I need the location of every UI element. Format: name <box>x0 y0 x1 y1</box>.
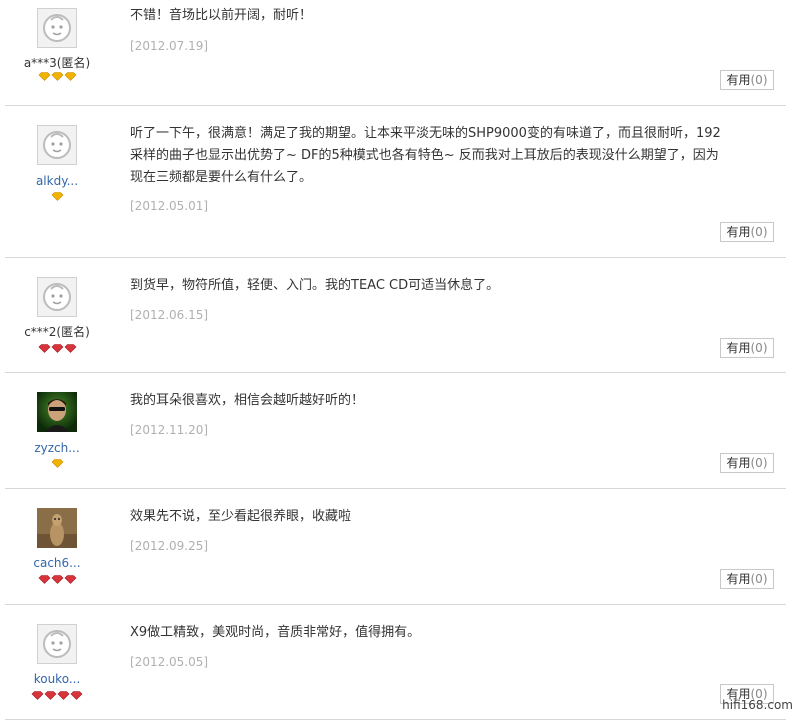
review-text: 到货早，物符所值，轻便、入门。我的TEAC CD可适当休息了。 <box>130 278 500 293</box>
red-heart-gem-icon <box>31 691 44 700</box>
rank-badges <box>5 344 109 354</box>
red-heart-gem-icon <box>51 344 63 353</box>
review-item: cach6... 效果先不说，至少看起很养眼，收藏啦 [2012.09.25] … <box>5 489 786 605</box>
rank-badges <box>5 575 109 585</box>
username: a***3(匿名) <box>23 56 91 70</box>
review-item: zyzch... 我的耳朵很喜欢，相信会越听越好听的！ [2012.11.20]… <box>5 373 786 489</box>
username-link[interactable]: alkdy... <box>5 173 109 189</box>
username-link[interactable]: kouko... <box>5 671 109 687</box>
default-avatar-icon[interactable] <box>37 624 77 664</box>
red-heart-gem-icon <box>38 344 50 353</box>
red-heart-gem-icon <box>64 344 76 353</box>
gold-diamond-icon <box>51 192 63 201</box>
useful-count: (0) <box>750 73 768 87</box>
review-date: [2012.05.01] <box>130 199 209 213</box>
useful-button[interactable]: 有用(0) <box>720 569 774 589</box>
red-heart-gem-icon <box>38 575 50 584</box>
gold-diamond-icon <box>51 72 63 81</box>
review-date: [2012.09.25] <box>130 539 209 553</box>
user-photo-avatar[interactable] <box>37 392 77 432</box>
default-avatar-icon[interactable] <box>37 277 77 317</box>
default-avatar-icon[interactable] <box>37 125 77 165</box>
username-link[interactable]: cach6... <box>5 555 109 571</box>
red-heart-gem-icon <box>70 691 83 700</box>
red-heart-gem-icon <box>57 691 70 700</box>
review-text: 听了一下午，很满意！满足了我的期望。让本来平淡无味的SHP9000变的有味道了，… <box>130 126 721 185</box>
useful-button[interactable]: 有用(0) <box>720 338 774 358</box>
rank-badges <box>5 72 109 82</box>
useful-count: (0) <box>750 572 768 586</box>
review-item: kouko... X9做工精致，美观时尚，音质非常好，值得拥有。 [2012.0… <box>5 605 786 720</box>
gold-diamond-icon <box>38 72 50 81</box>
review-text: 不错！音场比以前开阔，耐听！ <box>130 8 313 23</box>
review-date: [2012.07.19] <box>130 39 209 53</box>
red-heart-gem-icon <box>64 575 76 584</box>
default-avatar-icon[interactable] <box>37 8 77 48</box>
review-item: c***2(匿名) 到货早，物符所值，轻便、入门。我的TEAC CD可适当休息了… <box>5 258 786 373</box>
red-heart-gem-icon <box>44 691 57 700</box>
useful-count: (0) <box>750 456 768 470</box>
useful-button[interactable]: 有用(0) <box>720 70 774 90</box>
review-text: 我的耳朵很喜欢，相信会越听越好听的！ <box>130 393 365 408</box>
rank-badges <box>5 192 109 202</box>
review-date: [2012.06.15] <box>130 308 209 322</box>
review-item: a***3(匿名) 不错！音场比以前开阔，耐听！ [2012.07.19] 有用… <box>5 0 786 106</box>
useful-label: 有用 <box>726 341 751 355</box>
red-heart-gem-icon <box>51 575 63 584</box>
site-watermark: hifi168.com <box>722 698 793 712</box>
username: c***2(匿名) <box>24 325 90 339</box>
gold-diamond-icon <box>64 72 76 81</box>
useful-button[interactable]: 有用(0) <box>720 453 774 473</box>
review-date: [2012.11.20] <box>130 423 209 437</box>
useful-label: 有用 <box>726 225 751 239</box>
review-text: X9做工精致，美观时尚，音质非常好，值得拥有。 <box>130 625 421 640</box>
useful-button[interactable]: 有用(0) <box>720 222 774 242</box>
review-item: alkdy... 听了一下午，很满意！满足了我的期望。让本来平淡无味的SHP90… <box>5 106 786 258</box>
useful-count: (0) <box>750 225 768 239</box>
useful-label: 有用 <box>726 572 751 586</box>
useful-label: 有用 <box>726 73 751 87</box>
useful-label: 有用 <box>726 456 751 470</box>
rank-badges <box>5 459 109 469</box>
rank-badges <box>5 691 109 701</box>
username-link[interactable]: zyzch... <box>5 440 109 456</box>
review-text: 效果先不说，至少看起很养眼，收藏啦 <box>130 509 352 524</box>
user-photo-avatar[interactable] <box>37 508 77 548</box>
useful-count: (0) <box>750 341 768 355</box>
review-date: [2012.05.05] <box>130 655 209 669</box>
gold-diamond-icon <box>51 459 63 468</box>
